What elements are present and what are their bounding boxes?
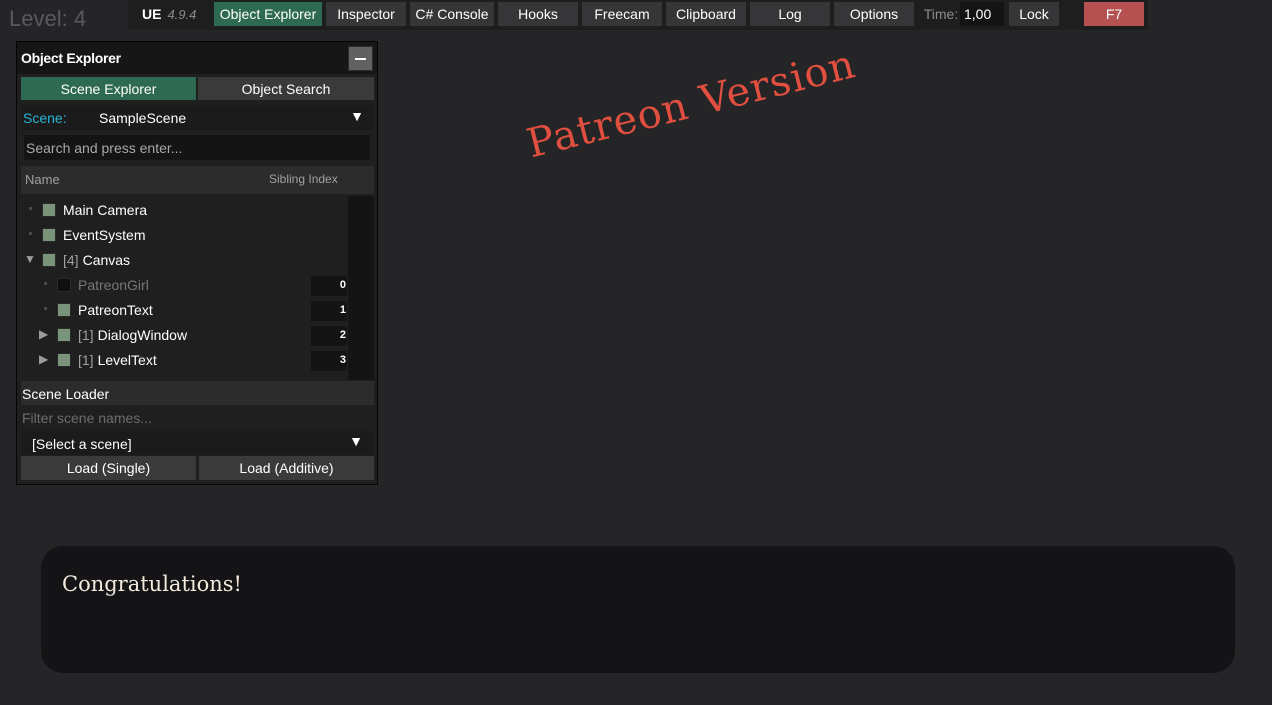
active-toggle[interactable]	[42, 228, 56, 242]
load-single-button[interactable]: Load (Single)	[21, 456, 196, 480]
nav-object-explorer-button[interactable]: Object Explorer	[214, 2, 322, 26]
child-count: [1]	[78, 352, 94, 368]
active-toggle[interactable]	[42, 203, 56, 217]
sibling-index-input[interactable]: 2	[311, 326, 347, 346]
tab-scene-explorer[interactable]: Scene Explorer	[21, 77, 196, 100]
tree-row-patreongirl[interactable]: PatreonGirl 0	[21, 275, 351, 297]
scene-loader-title: Scene Loader	[22, 386, 110, 402]
tree-label: PatreonText	[78, 302, 153, 318]
active-toggle[interactable]	[57, 328, 71, 342]
child-count: [1]	[78, 327, 94, 343]
minimize-button[interactable]	[348, 46, 373, 71]
tree-row-canvas[interactable]: ▼ [4] Canvas	[21, 250, 351, 272]
tree-row-dialogwindow[interactable]: ▶ [1] DialogWindow 2	[21, 325, 351, 347]
dialog-text: Congratulations!	[62, 572, 242, 596]
column-sibling-index: Sibling Index	[269, 172, 338, 186]
nav-hooks-button[interactable]: Hooks	[498, 2, 578, 26]
leaf-bullet-icon	[29, 232, 32, 235]
scene-dropdown[interactable]: SampleScene ▼	[88, 105, 374, 130]
dropdown-arrow-icon: ▼	[349, 433, 363, 449]
panel-title: Object Explorer	[21, 50, 121, 66]
tree-scrollbar[interactable]	[348, 196, 374, 380]
expand-down-icon[interactable]: ▼	[24, 252, 36, 266]
dialog-window: Congratulations!	[41, 546, 1235, 673]
active-toggle[interactable]	[42, 253, 56, 267]
app-title: UE 4.9.4	[142, 2, 212, 26]
select-scene-value: [Select a scene]	[32, 436, 132, 452]
load-additive-button[interactable]: Load (Additive)	[199, 456, 374, 480]
scene-loader-header: Scene Loader	[21, 381, 374, 405]
patreon-watermark: Patreon Version	[522, 41, 861, 168]
tree-label: [1] DialogWindow	[78, 327, 187, 343]
column-name: Name	[25, 172, 60, 187]
tree-label: PatreonGirl	[78, 277, 149, 293]
expand-right-icon[interactable]: ▶	[39, 352, 48, 366]
dropdown-arrow-icon: ▼	[350, 108, 364, 124]
lock-button[interactable]: Lock	[1009, 2, 1059, 26]
scene-search-input[interactable]: Search and press enter...	[24, 135, 370, 160]
close-f7-button[interactable]: F7	[1084, 2, 1144, 26]
tree-row-eventsystem[interactable]: EventSystem	[21, 225, 351, 247]
hierarchy-tree: Main Camera EventSystem ▼ [4] Canvas Patr…	[21, 196, 374, 380]
time-label: Time:	[923, 6, 959, 22]
active-toggle[interactable]	[57, 278, 71, 292]
minimize-icon	[355, 57, 366, 60]
app-version: 4.9.4	[167, 6, 197, 22]
object-explorer-panel: Object Explorer Scene Explorer Object Se…	[16, 41, 378, 485]
scene-filter-input[interactable]: Filter scene names...	[21, 407, 374, 429]
active-toggle[interactable]	[57, 303, 71, 317]
nav-log-button[interactable]: Log	[750, 2, 830, 26]
tree-label-text: LevelText	[97, 352, 157, 368]
scene-label: Scene:	[23, 110, 67, 126]
leaf-bullet-icon	[29, 207, 32, 210]
app-title-text: UE	[142, 6, 162, 22]
nav-clipboard-button[interactable]: Clipboard	[666, 2, 746, 26]
tree-column-header: Name Sibling Index	[21, 166, 374, 194]
nav-csharp-console-button[interactable]: C# Console	[410, 2, 494, 26]
active-toggle[interactable]	[57, 353, 71, 367]
time-scale-input[interactable]: 1,00	[960, 2, 1004, 26]
tab-object-search[interactable]: Object Search	[198, 77, 374, 100]
level-text: Level: 4	[9, 6, 87, 31]
expand-right-icon[interactable]: ▶	[39, 327, 48, 341]
nav-inspector-button[interactable]: Inspector	[326, 2, 406, 26]
scene-selector-row: Scene: SampleScene ▼	[21, 105, 374, 130]
nav-freecam-button[interactable]: Freecam	[582, 2, 662, 26]
tree-label: [1] LevelText	[78, 352, 157, 368]
tree-label: Main Camera	[63, 202, 148, 218]
scene-dropdown-value: SampleScene	[99, 110, 187, 126]
panel-title-bar[interactable]: Object Explorer	[17, 42, 377, 74]
sibling-index-input[interactable]: 1	[311, 301, 347, 321]
tree-row-main-camera[interactable]: Main Camera	[21, 200, 351, 222]
tree-label: [4] Canvas	[63, 252, 130, 268]
select-scene-dropdown[interactable]: [Select a scene] ▼	[21, 431, 374, 455]
leaf-bullet-icon	[44, 307, 47, 310]
tree-row-leveltext[interactable]: ▶ [1] LevelText 3	[21, 350, 351, 372]
nav-options-button[interactable]: Options	[834, 2, 914, 26]
tree-label-text: DialogWindow	[97, 327, 188, 343]
top-navbar: UE 4.9.4 Object Explorer Inspector C# Co…	[128, 0, 1148, 30]
sibling-index-input[interactable]: 0	[311, 276, 347, 296]
child-count: [4]	[63, 252, 79, 268]
leaf-bullet-icon	[44, 282, 47, 285]
tree-label: EventSystem	[63, 227, 146, 243]
tree-label-text: Canvas	[82, 252, 131, 268]
tree-row-patreontext[interactable]: PatreonText 1	[21, 300, 351, 322]
sibling-index-input[interactable]: 3	[311, 351, 347, 371]
